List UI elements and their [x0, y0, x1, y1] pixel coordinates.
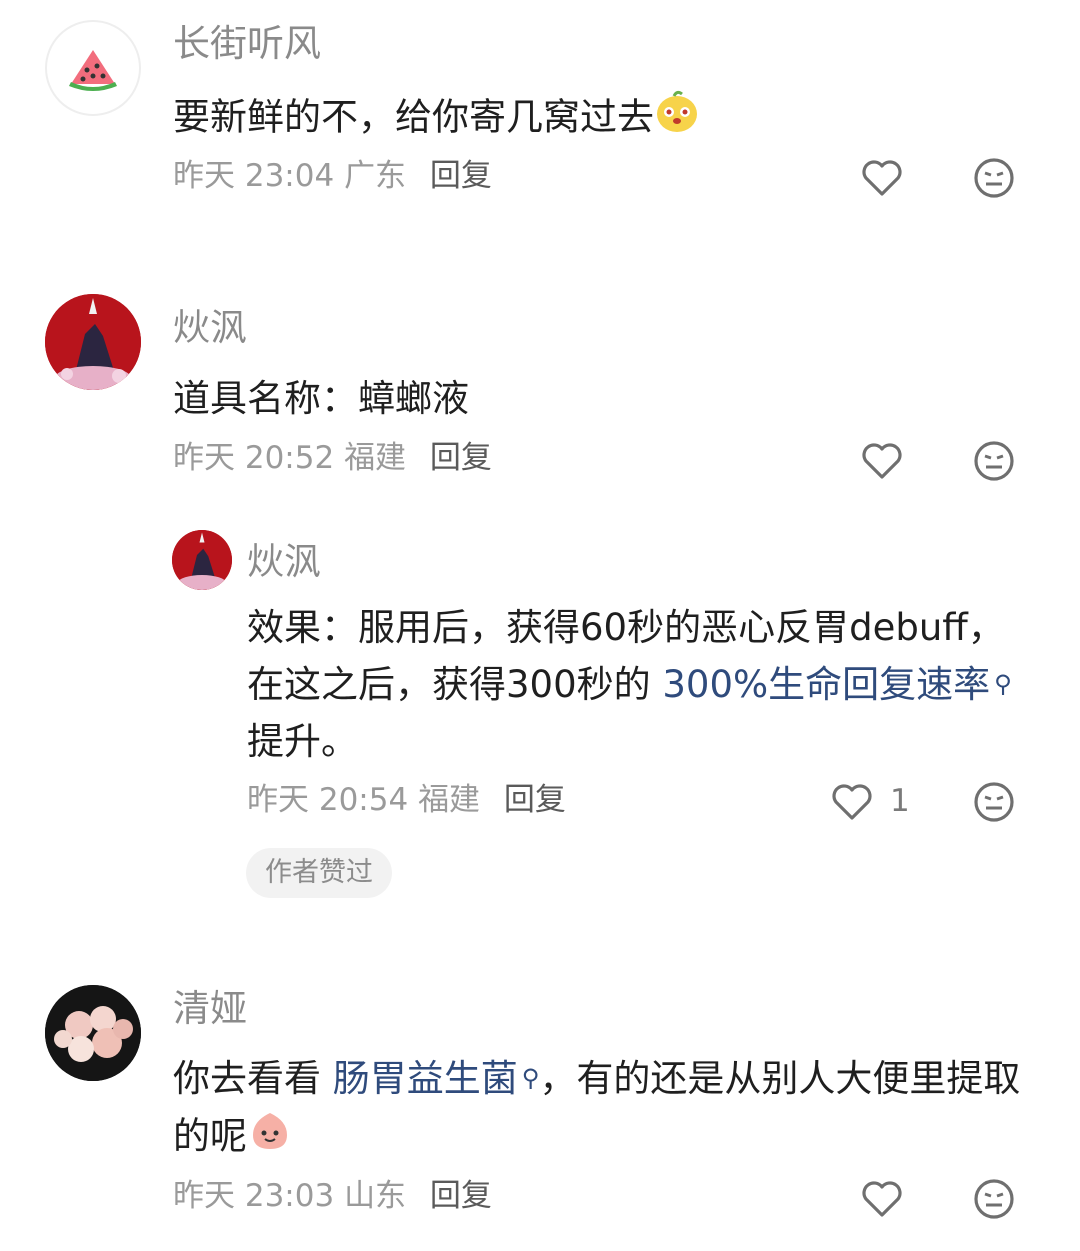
comment-meta: 昨天 23:03 山东 回复 — [173, 1181, 492, 1212]
comment-meta: 昨天 23:04 广东 回复 — [173, 161, 492, 192]
author-liked-badge: 作者赞过 — [246, 848, 392, 898]
username[interactable]: 炏沨 — [247, 543, 321, 580]
character-avatar-image — [45, 294, 141, 390]
avatar[interactable] — [45, 985, 141, 1081]
watermelon-icon — [69, 50, 117, 91]
search-link[interactable]: 肠胃益生菌 — [333, 1057, 518, 1100]
username[interactable]: 炏沨 — [173, 309, 247, 346]
comment-text: 效果：服用后，获得60秒的恶心反胃debuff，在这之后，获得300秒的 300… — [247, 599, 1037, 770]
username[interactable]: 长街听风 — [173, 25, 321, 62]
comment-location: 山东 — [344, 1178, 407, 1214]
username[interactable]: 清娅 — [173, 990, 247, 1027]
comment-time: 昨天 20:52 — [173, 440, 335, 476]
meh-face-icon[interactable] — [972, 439, 1016, 483]
comment-text-tail: 提升。 — [247, 720, 358, 763]
comment-location: 福建 — [344, 440, 407, 476]
comment-text: 你去看看 肠胃益生菌 ⚲，有的还是从别人大便里提取的呢 — [173, 1050, 1033, 1169]
comment-text: 要新鲜的不，给你寄几窝过去 — [173, 88, 1033, 150]
flowers-avatar-image — [45, 985, 141, 1081]
reply-button[interactable]: 回复 — [504, 782, 566, 818]
comment-meta: 昨天 20:54 福建 回复 — [247, 785, 566, 816]
heart-outline-icon[interactable] — [860, 156, 904, 200]
heart-outline-icon[interactable] — [860, 439, 904, 483]
heart-outline-icon[interactable] — [830, 780, 874, 824]
comment-time: 昨天 23:04 — [173, 158, 335, 194]
like-count: 1 — [890, 783, 910, 819]
meh-face-icon[interactable] — [972, 1177, 1016, 1221]
smiling-mascot-emoji-icon — [654, 88, 700, 150]
character-avatar-image — [172, 530, 232, 590]
heart-outline-icon[interactable] — [860, 1177, 904, 1221]
comment-time: 昨天 20:54 — [247, 782, 409, 818]
smiling-peach-emoji-icon — [247, 1107, 293, 1169]
comment-meta: 昨天 20:52 福建 回复 — [173, 443, 492, 474]
reply-button[interactable]: 回复 — [430, 440, 492, 476]
avatar[interactable] — [45, 20, 141, 116]
search-link[interactable]: 300%生命回复速率 — [662, 663, 990, 706]
meh-face-icon[interactable] — [972, 780, 1016, 824]
comment-location: 广东 — [344, 158, 407, 194]
reply-button[interactable]: 回复 — [430, 158, 492, 194]
avatar[interactable] — [172, 530, 232, 590]
comment-text-body: 要新鲜的不，给你寄几窝过去 — [173, 95, 654, 139]
comment-time: 昨天 23:03 — [173, 1178, 335, 1214]
search-icon[interactable]: ⚲ — [994, 656, 1012, 713]
avatar[interactable] — [45, 294, 141, 390]
comment-location: 福建 — [418, 782, 481, 818]
reply-button[interactable]: 回复 — [430, 1178, 492, 1214]
meh-face-icon[interactable] — [972, 156, 1016, 200]
comment-text-body: 你去看看 — [173, 1057, 333, 1100]
search-icon[interactable]: ⚲ — [522, 1050, 540, 1107]
comment-text: 道具名称：蟑螂液 — [173, 377, 469, 420]
